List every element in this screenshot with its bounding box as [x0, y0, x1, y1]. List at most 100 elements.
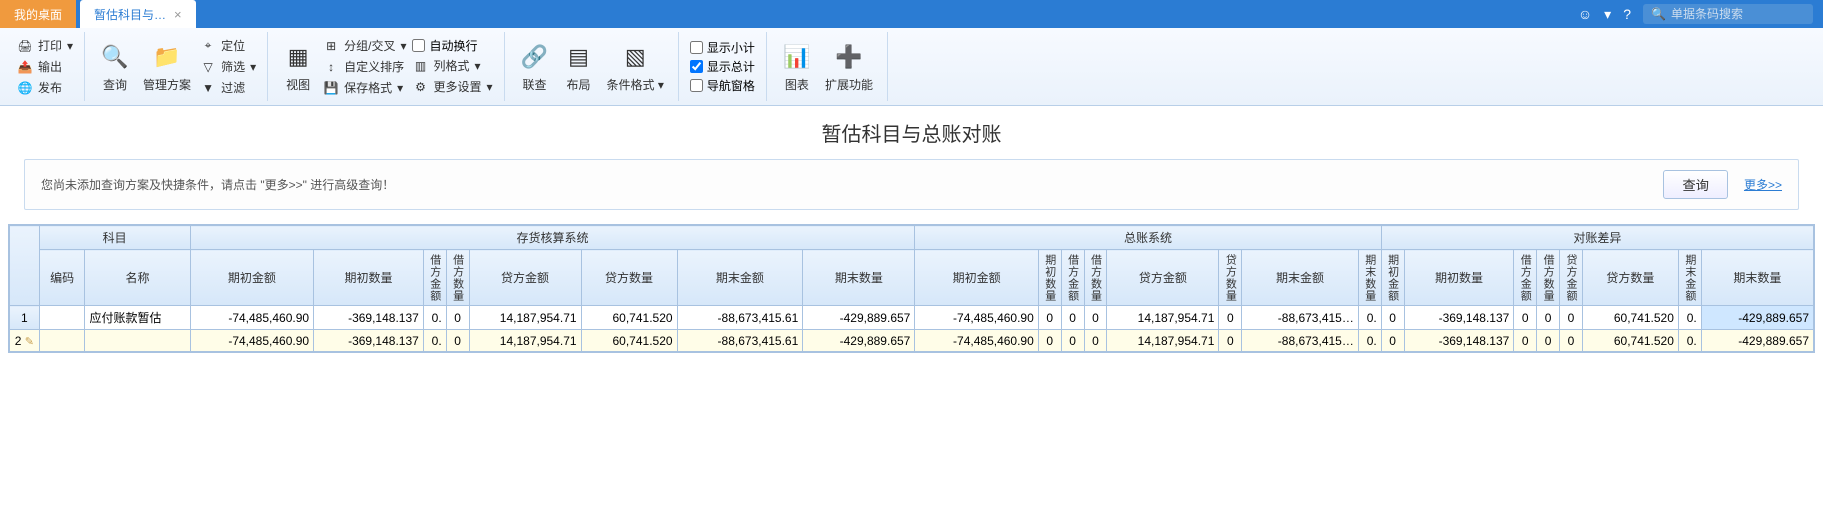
smile-icon[interactable]: ☺ — [1578, 6, 1592, 22]
magnifier-icon: 🔍 — [99, 41, 131, 73]
cond-icon: ▧ — [619, 41, 651, 73]
printer-icon: 🖨 — [17, 38, 33, 54]
locate-icon: ⌖ — [200, 38, 216, 54]
th-gl-begamt[interactable]: 期初金额 — [915, 250, 1038, 306]
plan-button[interactable]: 📁管理方案 — [137, 39, 197, 95]
th-code[interactable]: 编码 — [39, 250, 85, 306]
th-d-cramt[interactable]: 贷方金额 — [1560, 250, 1583, 306]
tab-active-label: 暂估科目与… — [94, 6, 166, 23]
table-row-sum[interactable]: 2 ✎ -74,485,460.90 -369,148.137 0. 0 14,… — [10, 330, 1814, 352]
th-inv-endamt[interactable]: 期末金额 — [677, 250, 803, 306]
data-table: 科目 存货核算系统 总账系统 对账差异 编码 名称 期初金额 期初数量 借方金额… — [8, 224, 1815, 353]
th-d-drqty[interactable]: 借方数量 — [1537, 250, 1560, 306]
condfmt-button[interactable]: ▧条件格式 ▾ — [601, 39, 670, 95]
pencil-icon: ✎ — [25, 336, 34, 348]
search-box[interactable]: 🔍 — [1643, 4, 1813, 24]
filter-bar: 您尚未添加查询方案及快捷条件，请点击 "更多>>" 进行高级查询！ 查询 更多>… — [24, 159, 1799, 210]
gear-icon: ⚙ — [412, 79, 428, 95]
th-d-begqty[interactable]: 期初数量 — [1404, 250, 1514, 306]
funnel-icon: ▽ — [200, 59, 216, 75]
dropdown-icon[interactable]: ▾ — [1604, 6, 1611, 23]
search-input[interactable] — [1671, 7, 1805, 21]
th-inv-cramt[interactable]: 贷方金额 — [469, 250, 581, 306]
th-gl-cramt[interactable]: 贷方金额 — [1107, 250, 1219, 306]
search-icon: 🔍 — [1651, 7, 1666, 21]
chevron-down-icon: ▾ — [487, 80, 493, 94]
chart-icon: 📊 — [781, 41, 813, 73]
colfmt-button[interactable]: ▥列格式 ▾ — [409, 55, 495, 76]
moreset-button[interactable]: ⚙更多设置 ▾ — [409, 76, 495, 97]
help-icon[interactable]: ? — [1623, 6, 1631, 22]
th-d-begamt[interactable]: 期初金额 — [1381, 250, 1404, 306]
row-num: 2 ✎ — [10, 330, 40, 352]
th-d-endamt[interactable]: 期末金额 — [1678, 250, 1701, 306]
group-icon: ⊞ — [323, 38, 339, 54]
page-title: 暂估科目与总账对账 — [0, 106, 1823, 159]
chevron-down-icon: ▾ — [397, 81, 403, 95]
export-button[interactable]: 📤输出 — [14, 56, 76, 77]
th-d-dramt[interactable]: 借方金额 — [1514, 250, 1537, 306]
th-subject[interactable]: 科目 — [39, 226, 190, 250]
layout-button[interactable]: ▤布局 — [557, 39, 601, 95]
group-button[interactable]: ⊞分组/交叉 ▾ — [320, 35, 409, 56]
print-button[interactable]: 🖨打印 ▾ — [14, 35, 76, 56]
th-inv-drqty[interactable]: 借方数量 — [446, 250, 469, 306]
subtotal-check[interactable]: 显示小计 — [687, 38, 758, 57]
th-gl-crqty[interactable]: 贷方数量 — [1219, 250, 1242, 306]
funnel2-icon: ▼ — [200, 80, 216, 96]
tab-active[interactable]: 暂估科目与… × — [80, 0, 196, 28]
query-btn[interactable]: 查询 — [1663, 170, 1728, 199]
total-check[interactable]: 显示总计 — [687, 57, 758, 76]
ribbon-group-chart: 📊图表 ➕扩展功能 — [767, 32, 888, 101]
th-d-endqty[interactable]: 期末数量 — [1701, 250, 1813, 306]
th-gl-drqty[interactable]: 借方数量 — [1084, 250, 1107, 306]
th-inv-begqty[interactable]: 期初数量 — [314, 250, 424, 306]
th-inv-crqty[interactable]: 贷方数量 — [581, 250, 677, 306]
column-icon: ▥ — [412, 58, 428, 74]
th-gl-dramt[interactable]: 借方金额 — [1061, 250, 1084, 306]
publish-button[interactable]: 🌐发布 — [14, 77, 76, 98]
save-icon: 💾 — [323, 80, 339, 96]
ribbon-group-link: 🔗联查 ▤布局 ▧条件格式 ▾ — [505, 32, 679, 101]
ribbon-group-file: 🖨打印 ▾ 📤输出 🌐发布 — [6, 32, 85, 101]
chart-button[interactable]: 📊图表 — [775, 39, 819, 95]
th-inv[interactable]: 存货核算系统 — [190, 226, 915, 250]
th-gl-endamt[interactable]: 期末金额 — [1242, 250, 1359, 306]
export-icon: 📤 — [17, 59, 33, 75]
th-d-crqty[interactable]: 贷方数量 — [1582, 250, 1678, 306]
th-rownum — [10, 226, 40, 306]
th-gl[interactable]: 总账系统 — [915, 226, 1381, 250]
link-button[interactable]: 🔗联查 — [513, 39, 557, 95]
filter-button[interactable]: ▽筛选 ▾ — [197, 56, 259, 77]
table-row[interactable]: 1 应付账款暂估 -74,485,460.90 -369,148.137 0. … — [10, 306, 1814, 330]
filter2-button[interactable]: ▼过滤 — [197, 77, 259, 98]
row-num: 1 — [10, 306, 40, 330]
ribbon-group-query: 🔍查询 📁管理方案 ⌖定位 ▽筛选 ▾ ▼过滤 — [85, 32, 268, 101]
th-inv-endqty[interactable]: 期末数量 — [803, 250, 915, 306]
cell-code — [39, 306, 85, 330]
topbar-right: ☺ ▾ ? 🔍 — [1578, 4, 1823, 24]
th-inv-begamt[interactable]: 期初金额 — [190, 250, 313, 306]
th-diff[interactable]: 对账差异 — [1381, 226, 1813, 250]
ribbon: 🖨打印 ▾ 📤输出 🌐发布 🔍查询 📁管理方案 ⌖定位 ▽筛选 ▾ ▼过滤 ▦视… — [0, 28, 1823, 106]
cell-name: 应付账款暂估 — [85, 306, 190, 330]
more-link[interactable]: 更多>> — [1744, 176, 1782, 193]
autowrap-check[interactable]: 自动换行 — [409, 36, 495, 55]
chevron-down-icon: ▾ — [250, 60, 256, 74]
th-inv-dramt[interactable]: 借方金额 — [423, 250, 446, 306]
tab-close-icon[interactable]: × — [174, 7, 182, 22]
folder-icon: 📁 — [151, 41, 183, 73]
th-gl-endqty[interactable]: 期末数量 — [1358, 250, 1381, 306]
savefmt-button[interactable]: 💾保存格式 ▾ — [320, 77, 409, 98]
chevron-down-icon: ▾ — [475, 59, 481, 73]
locate-button[interactable]: ⌖定位 — [197, 35, 259, 56]
navpane-check[interactable]: 导航窗格 — [687, 76, 758, 95]
th-name[interactable]: 名称 — [85, 250, 190, 306]
th-gl-begqty[interactable]: 期初数量 — [1038, 250, 1061, 306]
tab-home[interactable]: 我的桌面 — [0, 0, 76, 28]
view-button[interactable]: ▦视图 — [276, 39, 320, 95]
chevron-down-icon: ▾ — [658, 78, 664, 92]
ext-button[interactable]: ➕扩展功能 — [819, 39, 879, 95]
query-button[interactable]: 🔍查询 — [93, 39, 137, 95]
sort-button[interactable]: ↕自定义排序 — [320, 56, 409, 77]
